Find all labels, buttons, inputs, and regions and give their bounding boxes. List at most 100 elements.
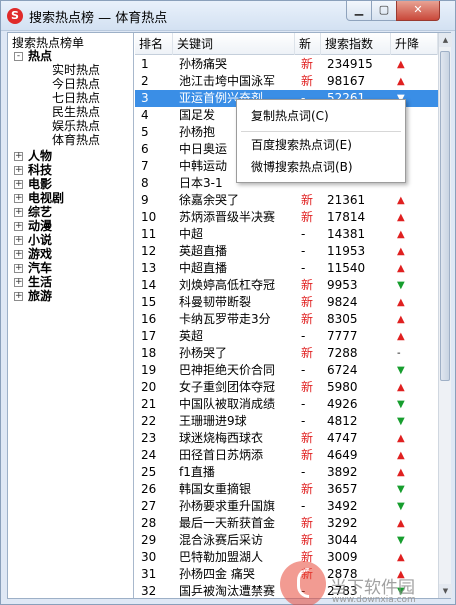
rank-cell: 32 (141, 584, 157, 598)
vertical-scrollbar[interactable]: ▲ ▼ (438, 33, 452, 598)
tree-expander-icon[interactable]: + (14, 180, 23, 189)
table-row[interactable]: 1 孙杨痛哭 新 234915 ▲ (135, 56, 438, 73)
tree-category[interactable]: 小说 (28, 233, 52, 247)
tree-expander-icon[interactable]: + (14, 194, 23, 203)
search-index-cell: 98167 (327, 74, 366, 88)
tree-expander-icon[interactable]: + (14, 278, 23, 287)
close-button[interactable]: ✕ (396, 1, 440, 21)
tree-item-hot-child[interactable]: 体育热点 (52, 133, 100, 147)
table-row[interactable]: 12 英超直播 - 11953 ▲ (135, 243, 438, 260)
scroll-up-icon[interactable]: ▲ (439, 33, 452, 47)
table-row[interactable]: 23 球迷烧梅西球衣 新 4747 ▲ (135, 430, 438, 447)
app-logo-icon: S (7, 8, 23, 24)
table-row[interactable]: 25 f1直播 - 3892 ▲ (135, 464, 438, 481)
tree-expander-icon[interactable]: + (14, 152, 23, 161)
col-header-keyword[interactable]: 关键词 (173, 33, 295, 55)
search-index-cell: 4747 (327, 431, 358, 445)
table-row[interactable]: 24 田径首日苏炳添 新 4649 ▲ (135, 447, 438, 464)
col-header-trend[interactable]: 升降 (391, 33, 438, 55)
tree-item-hot-child[interactable]: 娱乐热点 (52, 119, 100, 133)
tree-group-hot[interactable]: 热点 (28, 49, 52, 63)
table-row[interactable]: 15 科曼韧带断裂 新 9824 ▲ (135, 294, 438, 311)
menu-weibo-search[interactable]: 微博搜索热点词(B) (251, 158, 353, 176)
search-index-cell: 7777 (327, 329, 358, 343)
tree-category[interactable]: 科技 (28, 163, 52, 177)
scroll-thumb[interactable] (440, 51, 450, 381)
tree-category[interactable]: 综艺 (28, 205, 52, 219)
keyword-cell: 池江击垮中国泳军 (179, 74, 276, 88)
table-row[interactable]: 10 苏炳添晋级半决赛 新 17814 ▲ (135, 209, 438, 226)
tree-root[interactable]: 搜索热点榜单 (12, 36, 84, 50)
tree-category[interactable]: 人物 (28, 149, 52, 163)
table-row[interactable]: 22 王珊珊进9球 - 4812 ▼ (135, 413, 438, 430)
tree-category[interactable]: 游戏 (28, 247, 52, 261)
table-row[interactable]: 11 中超 - 14381 ▲ (135, 226, 438, 243)
trend-up-icon: ▲ (397, 331, 405, 342)
tree-expander-icon[interactable]: + (14, 250, 23, 259)
table-row[interactable]: 14 刘焕婷高低杠夺冠 新 9953 ▼ (135, 277, 438, 294)
keyword-cell: 孙杨痛哭 (179, 57, 228, 71)
tree-expander-icon[interactable]: + (14, 166, 23, 175)
tree-category[interactable]: 动漫 (28, 219, 52, 233)
trend-down-icon: ▼ (397, 535, 405, 546)
table-row[interactable]: 30 巴特勒加盟湖人新 3009 ▲ (135, 549, 438, 566)
table-row[interactable]: 20 女子重剑团体夺冠 新 5980 ▲ (135, 379, 438, 396)
table-row[interactable]: 21 中国队被取消成绩 - 4926 ▼ (135, 396, 438, 413)
col-header-new[interactable]: 新 (295, 33, 321, 55)
table-row[interactable]: 19 巴神拒绝天价合同 - 6724 ▼ (135, 362, 438, 379)
keyword-cell: 中国队被取消成绩 (179, 397, 276, 411)
keyword-cell: 中超直播 (179, 261, 228, 275)
tree-expander-icon[interactable]: + (14, 264, 23, 273)
col-header-index[interactable]: 搜索指数 (321, 33, 391, 55)
tree-item-hot-child[interactable]: 民生热点 (52, 105, 100, 119)
table-row[interactable]: 2 池江击垮中国泳军 新 98167 ▲ (135, 73, 438, 90)
title-bar[interactable]: S 搜索热点榜 — 体育热点 ▁ ▢ ✕ (1, 1, 455, 31)
trend-flat-icon: - (397, 348, 401, 359)
tree-expander-icon[interactable]: - (14, 52, 23, 61)
new-flag-cell: 新 (301, 448, 314, 462)
keyword-cell: 刘焕婷高低杠夺冠 (179, 278, 276, 292)
rank-cell: 29 (141, 533, 157, 547)
tree-expander-icon[interactable]: + (14, 236, 23, 245)
trend-down-icon: ▼ (397, 280, 405, 291)
tree-category[interactable]: 旅游 (28, 289, 52, 303)
tree-category[interactable]: 汽车 (28, 261, 52, 275)
table-row[interactable]: 28 最后一天新获首金 新 3292 ▲ (135, 515, 438, 532)
category-tree[interactable]: 搜索热点榜单 - 热点 实时热点 今日热点 七日热点 民生热点 娱乐热点 体育热点 + 人物 + 科技… (8, 33, 134, 598)
table-row[interactable]: 18 孙杨哭了 新 7288 - (135, 345, 438, 362)
table-row[interactable]: 17 英超 - 7777 ▲ (135, 328, 438, 345)
new-flag-cell: 新 (301, 74, 314, 88)
menu-baidu-search[interactable]: 百度搜索热点词(E) (251, 136, 352, 154)
table-row[interactable]: 16 卡纳瓦罗带走3分 新 8305 ▲ (135, 311, 438, 328)
table-row[interactable]: 27 孙杨要求重升国旗 - 3492 ▼ (135, 498, 438, 515)
minimize-button[interactable]: ▁ (346, 1, 372, 21)
trend-up-icon: ▲ (397, 195, 405, 206)
rank-cell: 24 (141, 448, 157, 462)
new-flag-cell: - (301, 397, 306, 411)
trend-up-icon: ▲ (397, 518, 405, 529)
menu-copy-keyword[interactable]: 复制热点词(C) (251, 107, 329, 125)
rank-cell: 23 (141, 431, 157, 445)
tree-expander-icon[interactable]: + (14, 292, 23, 301)
table-row[interactable]: 13 中超直播 - 11540 ▲ (135, 260, 438, 277)
keyword-cell: 巴特勒加盟湖人 (179, 550, 264, 564)
trend-up-icon: ▲ (397, 212, 405, 223)
maximize-button[interactable]: ▢ (371, 1, 397, 21)
col-header-rank[interactable]: 排名 (135, 33, 173, 55)
tree-expander-icon[interactable]: + (14, 208, 23, 217)
table-row[interactable]: 9 徐嘉余哭了 新 21361 ▲ (135, 192, 438, 209)
scroll-down-icon[interactable]: ▼ (439, 584, 452, 598)
search-index-cell: 14381 (327, 227, 366, 241)
search-index-cell: 8305 (327, 312, 358, 326)
tree-category[interactable]: 生活 (28, 275, 52, 289)
tree-item-hot-child[interactable]: 七日热点 (52, 91, 100, 105)
rank-cell: 14 (141, 278, 157, 292)
tree-expander-icon[interactable]: + (14, 222, 23, 231)
table-row[interactable]: 29 混合泳赛后采访 新 3044 ▼ (135, 532, 438, 549)
tree-item-hot-child[interactable]: 今日热点 (52, 77, 100, 91)
trend-up-icon: ▲ (397, 433, 405, 444)
tree-item-hot-child[interactable]: 实时热点 (52, 63, 100, 77)
table-row[interactable]: 26 韩国女重摘银 新 3657 ▼ (135, 481, 438, 498)
tree-category[interactable]: 电视剧 (28, 191, 64, 205)
tree-category[interactable]: 电影 (28, 177, 52, 191)
